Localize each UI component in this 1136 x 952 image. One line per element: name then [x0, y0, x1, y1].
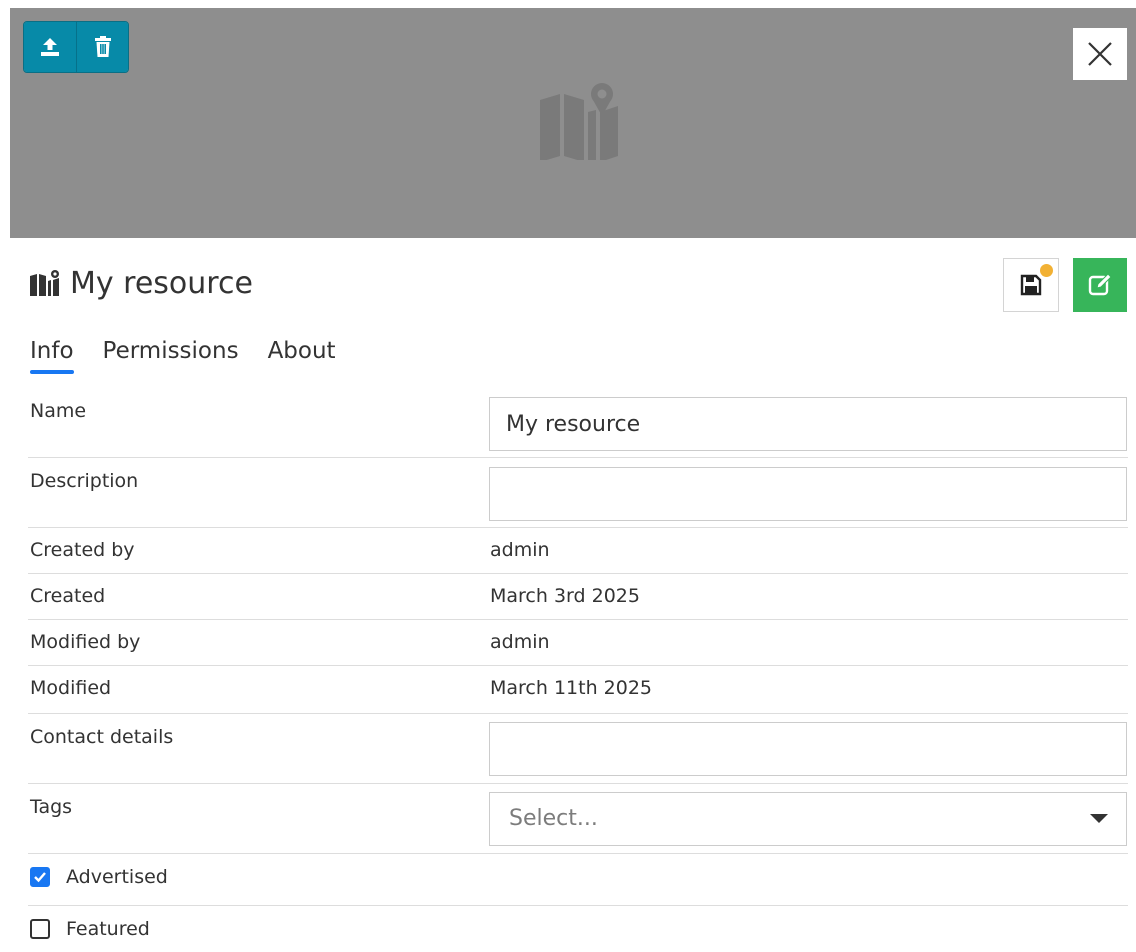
checkmark-icon [34, 872, 46, 883]
tags-select[interactable]: Select... [489, 792, 1127, 846]
edit-button[interactable] [1073, 258, 1127, 312]
modified-value: March 11th 2025 [490, 677, 653, 699]
created-by-label: Created by [30, 539, 135, 561]
name-input[interactable] [489, 397, 1127, 451]
resource-thumbnail [10, 8, 1136, 238]
tab-info[interactable]: Info [30, 336, 74, 374]
close-button[interactable] [1073, 28, 1127, 80]
modified-by-value: admin [490, 631, 550, 653]
description-input[interactable] [489, 467, 1127, 521]
created-row: Created March 3rd 2025 [28, 574, 1128, 620]
map-marker-icon [540, 83, 618, 160]
floppy-disk-icon [1020, 274, 1042, 296]
thumbnail-toolbar [23, 21, 129, 73]
tab-about[interactable]: About [268, 336, 336, 374]
description-label: Description [30, 470, 139, 492]
trash-icon [94, 36, 111, 57]
title-row: My resource [30, 260, 253, 306]
contact-details-input[interactable] [489, 722, 1127, 776]
featured-label: Featured [66, 918, 150, 940]
page-title: My resource [70, 265, 253, 301]
featured-checkbox-row: Featured [30, 918, 150, 940]
advertised-label: Advertised [66, 866, 168, 888]
advertised-row [28, 854, 1128, 906]
chevron-down-icon[interactable] [1090, 814, 1108, 823]
tags-row: Tags Select... [28, 784, 1128, 854]
close-icon [1088, 42, 1112, 66]
modified-row: Modified March 11th 2025 [28, 666, 1128, 714]
created-label: Created [30, 585, 106, 607]
upload-icon [41, 38, 59, 56]
modified-label: Modified [30, 677, 112, 699]
unsaved-changes-indicator [1040, 264, 1053, 277]
delete-thumbnail-button[interactable] [76, 22, 128, 72]
map-icon [30, 270, 59, 296]
featured-checkbox[interactable] [30, 919, 50, 939]
save-button[interactable] [1003, 258, 1059, 312]
name-row: Name [28, 388, 1128, 458]
contact-details-row: Contact details [28, 714, 1128, 784]
name-label: Name [30, 400, 87, 422]
created-by-row: Created by admin [28, 528, 1128, 574]
resource-details-panel: My resource Info Permissions About Name … [0, 0, 1136, 952]
upload-thumbnail-button[interactable] [24, 22, 76, 72]
tags-placeholder: Select... [509, 806, 598, 831]
contact-details-label: Contact details [30, 726, 174, 748]
modified-by-row: Modified by admin [28, 620, 1128, 666]
tab-permissions[interactable]: Permissions [103, 336, 239, 374]
edit-icon [1088, 273, 1112, 296]
created-by-value: admin [490, 539, 550, 561]
modified-by-label: Modified by [30, 631, 141, 653]
description-row: Description [28, 458, 1128, 528]
advertised-checkbox-row: Advertised [30, 866, 168, 888]
tags-label: Tags [30, 796, 73, 818]
tab-bar: Info Permissions About [30, 336, 365, 374]
advertised-checkbox[interactable] [30, 867, 50, 887]
created-value: March 3rd 2025 [490, 585, 640, 607]
